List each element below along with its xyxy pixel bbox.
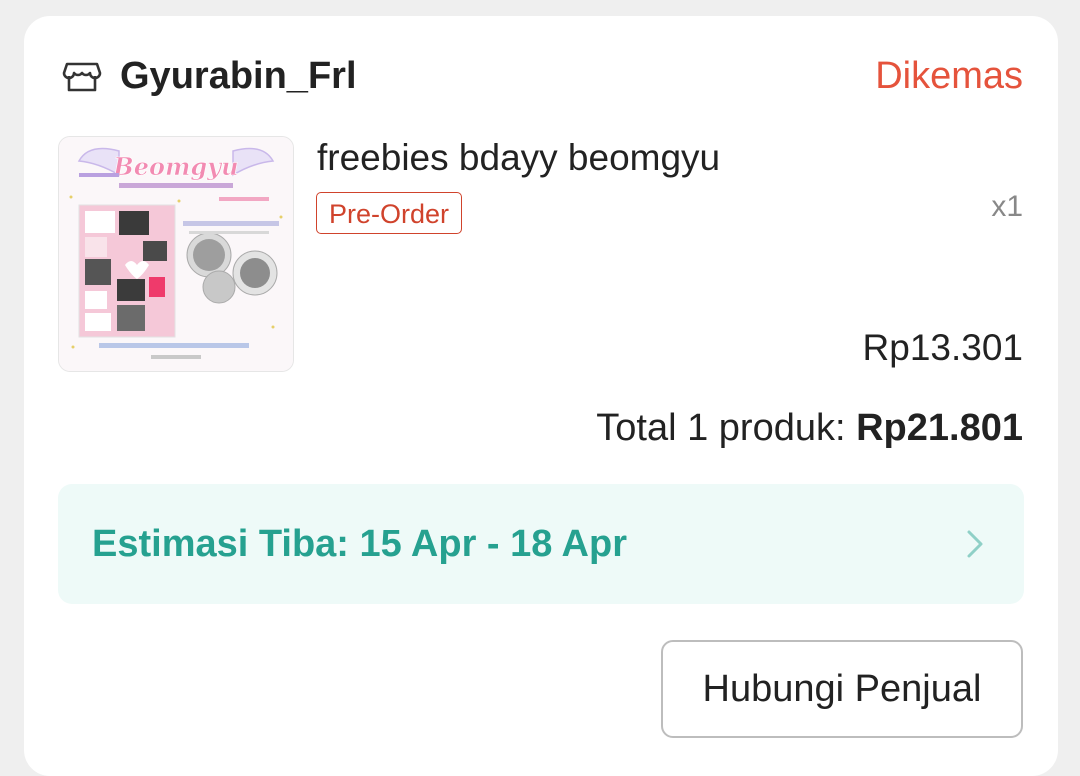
order-card[interactable]: Gyurabin_Frl Dikemas Beomgyu freebies bd…: [24, 16, 1058, 776]
delivery-estimate-row[interactable]: Estimasi Tiba: 15 Apr - 18 Apr: [58, 484, 1024, 604]
contact-seller-button[interactable]: Hubungi Penjual: [661, 640, 1023, 738]
shop-icon: [62, 62, 102, 92]
total-amount: Rp21.801: [856, 407, 1023, 449]
preorder-badge: Pre-Order: [316, 192, 463, 234]
total-label: Total 1 produk:: [596, 407, 846, 449]
delivery-estimate: Estimasi Tiba: 15 Apr - 18 Apr: [92, 523, 627, 565]
product-thumbnail[interactable]: Beomgyu: [58, 136, 294, 372]
product-name[interactable]: freebies bdayy beomgyu: [317, 136, 720, 180]
product-price: Rp13.301: [862, 327, 1023, 368]
shop-name[interactable]: Gyurabin_Frl: [120, 54, 357, 98]
order-total: Total 1 produk: Rp21.801: [596, 406, 1023, 450]
thumbnail-title: Beomgyu: [112, 152, 238, 181]
chevron-right-icon: [967, 530, 983, 558]
product-quantity: x1: [991, 190, 1023, 223]
order-status: Dikemas: [875, 55, 1023, 97]
